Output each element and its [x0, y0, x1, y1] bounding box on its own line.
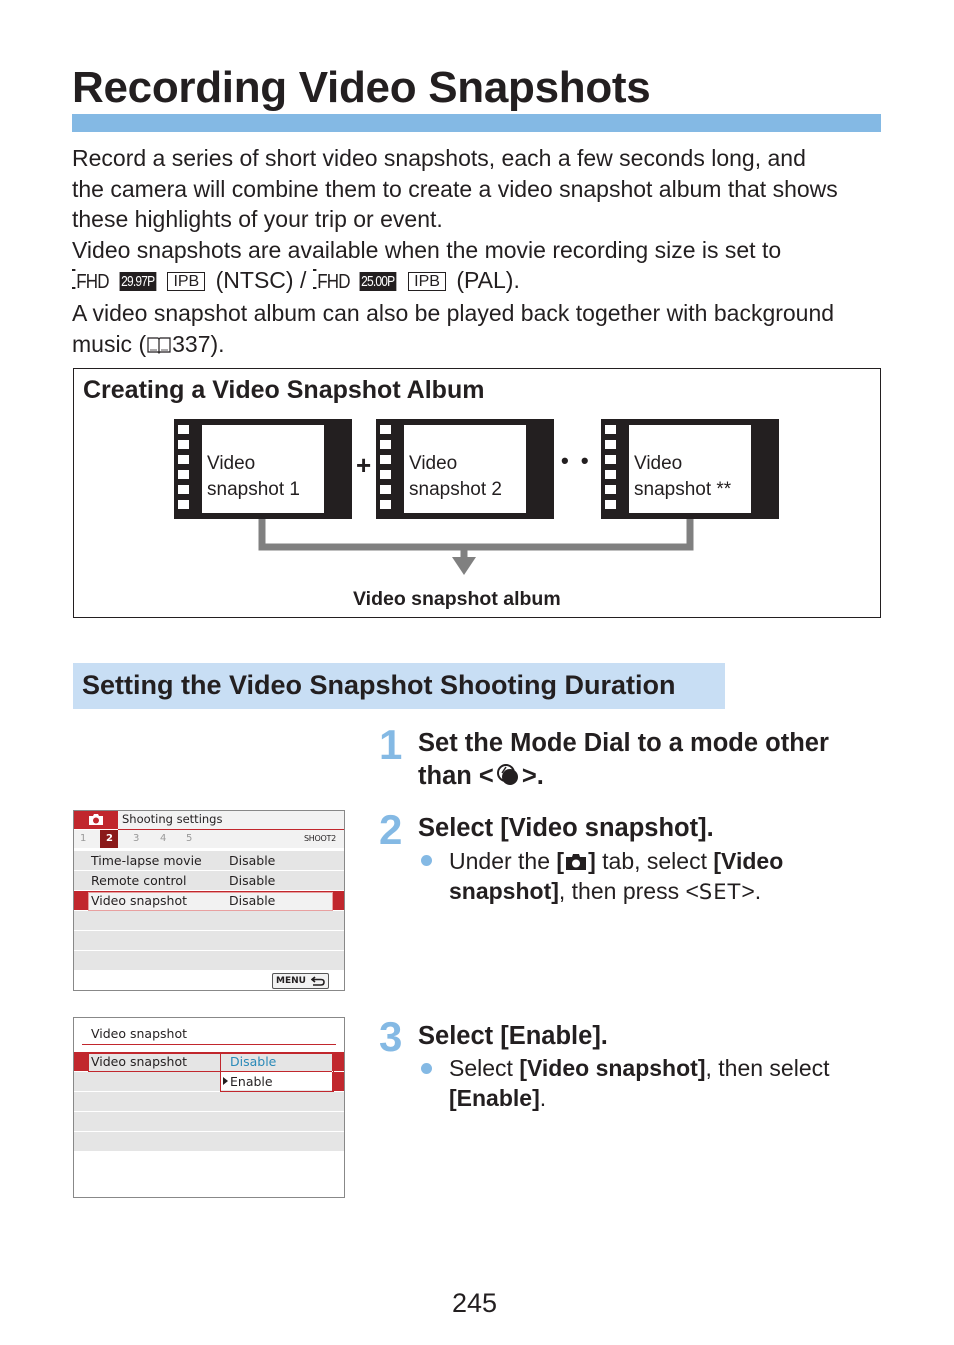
film-holes-icon: [605, 425, 617, 515]
menu-tab[interactable]: 5: [186, 829, 192, 848]
menu-tab[interactable]: 4: [160, 829, 166, 848]
menu-tab[interactable]: 3: [133, 829, 139, 848]
camera-tab-active[interactable]: [74, 811, 118, 829]
menu-item-label[interactable]: Time-lapse movie: [91, 851, 202, 870]
menu-item-value: Disable: [229, 893, 276, 908]
step-number: 1: [379, 721, 403, 768]
menu-item-value: Disable: [229, 873, 276, 888]
bullet-icon: [421, 855, 432, 866]
intro-line: Record a series of short video snapshots…: [72, 145, 806, 171]
camera-tab-icon: [566, 854, 587, 870]
film-frame-snapshot-n: Video snapshot **: [601, 419, 779, 519]
menu-tab-active[interactable]: 2: [106, 829, 113, 848]
tab-id: SHOOT2: [304, 834, 336, 843]
film-holes-icon: [380, 425, 392, 515]
intro-text: Record a series of short video snapshots…: [72, 143, 892, 359]
snapshot-label: Video: [207, 453, 256, 474]
page-reference[interactable]: music (337).: [72, 329, 892, 360]
fhd-icon: FHD: [72, 267, 109, 298]
step-instruction: Select [Video snapshot], then select [Ena…: [449, 1055, 830, 1111]
menu-back-button[interactable]: MENU: [272, 973, 329, 989]
creative-assist-icon: [496, 764, 518, 785]
menu-item-label-selected[interactable]: Video snapshot: [91, 891, 187, 910]
fhd-icon: FHD: [312, 267, 350, 298]
selection-pointer-icon: [223, 1077, 228, 1085]
page-number: 245: [452, 1288, 498, 1318]
page-title: Recording Video Snapshots: [72, 63, 651, 112]
set-button-label: SET: [698, 880, 742, 904]
screen-header: Shooting settings: [122, 812, 223, 826]
menu-tab[interactable]: 1: [80, 829, 86, 848]
movie-size-line: FHD 29.97P IPB (NTSC) / FHD 25.00P IPB (…: [72, 265, 892, 298]
frame-rate-pal-icon: 25.00P: [359, 272, 397, 292]
option-disable[interactable]: Disable: [230, 1052, 276, 1071]
plus-sign: +: [356, 450, 372, 480]
camera-icon: [89, 814, 103, 825]
film-frame-snapshot-2: Video snapshot 2: [376, 419, 554, 519]
option-enable[interactable]: Enable: [230, 1072, 273, 1091]
intro-line: these highlights of your trip or event.: [72, 206, 443, 233]
section-heading: Setting the Video Snapshot Shooting Dura…: [73, 663, 725, 709]
menu-item-label[interactable]: Remote control: [91, 871, 187, 890]
frame-rate-ntsc-icon: 29.97P: [119, 272, 156, 292]
intro-line: Video snapshots are available when the m…: [72, 236, 782, 263]
merge-arrow-icon: [258, 519, 694, 575]
step-number: 2: [379, 806, 403, 853]
step-title: Select [Video snapshot].: [418, 814, 714, 842]
book-icon: [147, 336, 171, 354]
film-holes-icon: [178, 425, 190, 515]
ipb-icon: IPB: [167, 272, 206, 292]
bullet-icon: [421, 1063, 432, 1074]
snapshot-label: Video: [409, 453, 458, 474]
intro-line: the camera will combine them to create a…: [72, 175, 838, 202]
camera-screen-video-snapshot: Video snapshot Video snapshot Disable En…: [73, 1017, 345, 1198]
ipb-icon: IPB: [408, 272, 446, 292]
snapshot-label: snapshot **: [634, 479, 732, 500]
menu-item-label-selected[interactable]: Video snapshot: [91, 1052, 187, 1071]
step-number: 3: [379, 1013, 403, 1060]
album-label: Video snapshot album: [353, 588, 561, 610]
intro-line: A video snapshot album can also be playe…: [72, 299, 835, 326]
step-title: Set the Mode Dial to a mode other than <…: [418, 729, 829, 790]
ntsc-label: (NTSC) /: [215, 267, 307, 294]
film-frame-snapshot-1: Video snapshot 1: [174, 419, 352, 519]
diagram-title: Creating a Video Snapshot Album: [83, 376, 485, 404]
screen-header: Video snapshot: [91, 1026, 188, 1041]
pal-label: (PAL).: [456, 267, 520, 294]
step-instruction: Under the [] tab, select [Video snapshot]…: [449, 848, 784, 904]
snapshot-label: Video: [634, 453, 683, 474]
camera-screen-shooting-settings: Shooting settings 1 2 3 4 5 SHOOT2 Time-…: [73, 810, 345, 991]
snapshot-label: snapshot 2: [409, 479, 502, 500]
return-icon: [311, 976, 325, 986]
snapshot-label: snapshot 1: [207, 479, 300, 500]
menu-item-value: Disable: [229, 853, 276, 868]
step-title: Select [Enable].: [418, 1022, 608, 1050]
title-underline-bar: [72, 114, 881, 132]
